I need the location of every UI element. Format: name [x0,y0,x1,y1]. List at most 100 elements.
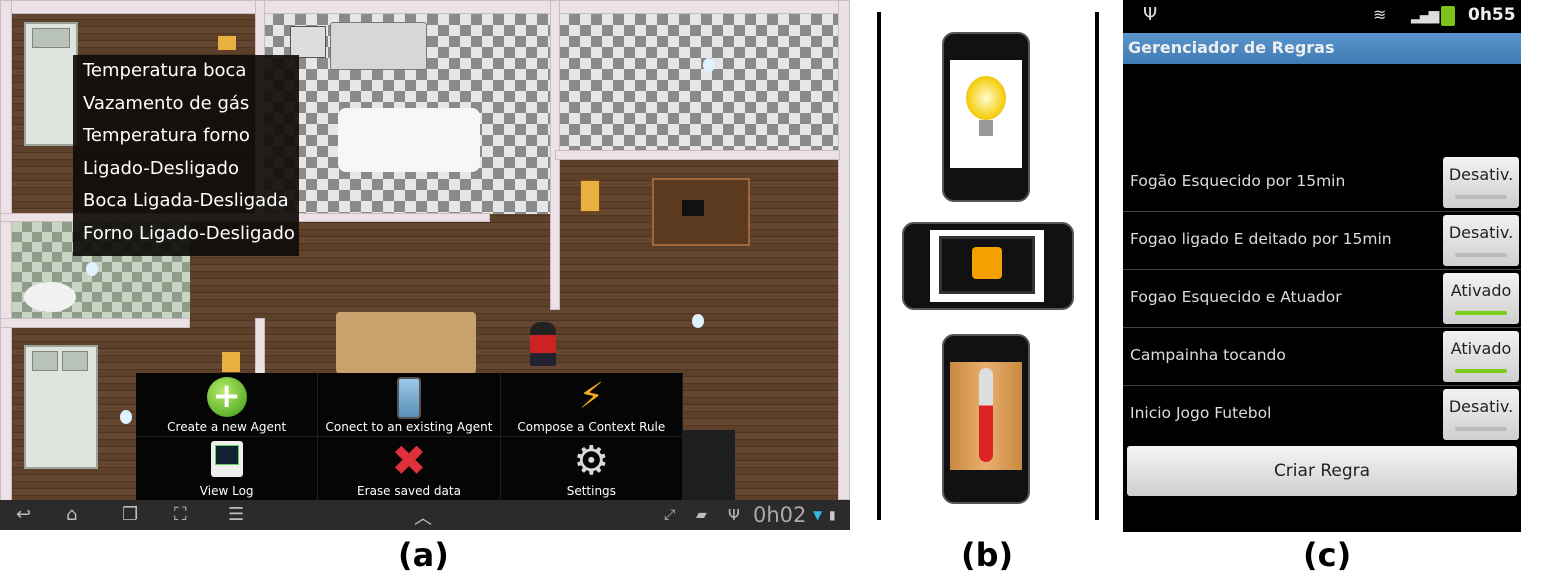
stove[interactable] [290,26,326,58]
toilet [24,282,76,312]
battery-icon: ▮ [829,508,836,522]
caption-b: (b) [961,536,1014,574]
rule-toggle[interactable]: Desativ. [1443,157,1519,208]
rule-name: Inicio Jogo Futebol [1130,404,1272,422]
screen [930,230,1044,302]
context-menu-item[interactable]: Forno Ligado-Desligado [73,218,299,251]
tv-icon [939,236,1035,294]
bed [24,345,98,469]
wall [555,150,840,160]
status-bar: Ψ ≋ ▂▄▆ 0h55 [1123,0,1521,33]
chevron-up-icon[interactable]: ︿ [414,504,432,530]
rule-row: Fogão Esquecido por 15min Desativ. [1123,154,1521,212]
thermometer-icon[interactable] [580,180,600,212]
avatar[interactable] [530,322,556,366]
toggle-label: Desativ. [1448,165,1514,184]
toggle-label: Desativ. [1448,223,1514,242]
phone-icon [396,377,421,419]
thermometer-icon[interactable] [218,36,236,50]
navigation-bar: ↩ ⌂ ❐ ⛶ ☰ ︿ ⤢ ▰ Ψ 0h02 ▼ ▮ [0,500,850,530]
rule-name: Fogao ligado E deitado por 15min [1130,230,1392,248]
fullscreen-icon[interactable]: ⤢ [664,507,675,523]
tv-device[interactable] [902,222,1074,310]
create-rule-button[interactable]: Criar Regra [1127,446,1517,496]
wall [0,0,12,530]
lamp-icon[interactable] [703,58,715,72]
context-menu-item[interactable]: Vazamento de gás [73,88,299,121]
wall [0,318,190,328]
sofa [683,430,735,500]
view-log-button[interactable]: View Log [136,437,319,501]
thermometer-device[interactable] [942,334,1030,504]
hall-floor [558,14,840,150]
toggle-indicator [1455,253,1507,257]
rule-toggle[interactable]: Desativ. [1443,215,1519,266]
rule-row: Fogao ligado E deitado por 15min Desativ. [1123,212,1521,270]
recent-apps-icon[interactable]: ❐ [122,504,138,525]
home-icon[interactable]: ⌂ [66,504,77,525]
thermometer-icon [979,368,993,462]
connect-agent-button[interactable]: Conect to an existing Agent [318,373,501,437]
context-menu-item[interactable]: Ligado-Desligado [73,153,299,186]
rule-toggle[interactable]: Desativ. [1443,389,1519,440]
lamp-icon[interactable] [120,410,132,424]
rule-name: Campainha tocando [1130,346,1286,364]
bed [24,22,78,146]
context-menu: Temperatura boca Vazamento de gás Temper… [73,55,299,256]
toggle-label: Ativado [1450,281,1512,300]
toggle-indicator [1455,369,1507,373]
clock: 0h02 [753,503,807,527]
options-menu: + Create a new Agent Conect to an existi… [136,373,683,501]
wall [0,0,850,14]
caption-a: (a) [398,536,449,574]
rule-toggle[interactable]: Ativado [1443,273,1519,324]
context-menu-item[interactable]: Temperatura forno [73,120,299,153]
rule-row: Campainha tocando Ativado [1123,328,1521,386]
toggle-indicator [1455,195,1507,199]
menu-icon[interactable]: ☰ [228,504,244,525]
rule-row: Fogao Esquecido e Atuador Ativado [1123,270,1521,328]
usb-icon: Ψ [1143,4,1158,25]
android-icon: ▰ [696,507,707,523]
lamp-icon[interactable] [86,262,98,276]
erase-data-button[interactable]: ✖ Erase saved data [318,436,501,501]
create-agent-button[interactable]: + Create a new Agent [136,373,319,437]
screen [950,60,1022,168]
usb-icon: Ψ [728,506,740,524]
wall [255,318,265,378]
toggle-indicator [1455,427,1507,431]
lamp-icon[interactable] [692,314,704,328]
toggle-label: Desativ. [1448,397,1514,416]
smart-home-simulator: Temperatura boca Vazamento de gás Temper… [0,0,850,530]
rule-name: Fogao Esquecido e Atuador [1130,288,1342,306]
settings-button[interactable]: ⚙ Settings [500,437,683,501]
caption-c: (c) [1303,536,1352,574]
lamp-device[interactable] [942,32,1030,202]
battery-icon [1441,6,1455,26]
page-title: Gerenciador de Regras [1128,38,1335,57]
wall [838,0,850,500]
context-menu-item[interactable]: Boca Ligada-Desligada [73,185,299,218]
dining-table [338,108,480,172]
signal-icon: ▂▄▆ [1411,8,1439,24]
rule-name: Fogão Esquecido por 15min [1130,172,1346,190]
title-bar: Gerenciador de Regras [1123,33,1521,64]
thermometer-icon[interactable] [222,352,240,372]
rule-manager-screen: Ψ ≋ ▂▄▆ 0h55 Gerenciador de Regras Fogão… [1123,0,1521,532]
toggle-label: Ativado [1450,339,1512,358]
divider [877,12,881,520]
log-icon [210,441,243,477]
compose-rule-button[interactable]: ⚡ Compose a Context Rule [500,373,683,437]
rule-row: Inicio Jogo Futebol Desativ. [1123,386,1521,443]
context-menu-item[interactable]: Temperatura boca [73,55,299,88]
delete-icon: ✖ [391,436,427,485]
screenshot-icon[interactable]: ⛶ [174,504,187,525]
gear-icon: ⚙ [573,438,610,484]
back-icon[interactable]: ↩ [16,504,31,525]
sink [330,22,427,70]
rule-toggle[interactable]: Ativado [1443,331,1519,382]
add-icon: + [206,377,247,417]
tv[interactable] [682,200,704,216]
toggle-indicator [1455,311,1507,315]
desk [336,312,476,374]
